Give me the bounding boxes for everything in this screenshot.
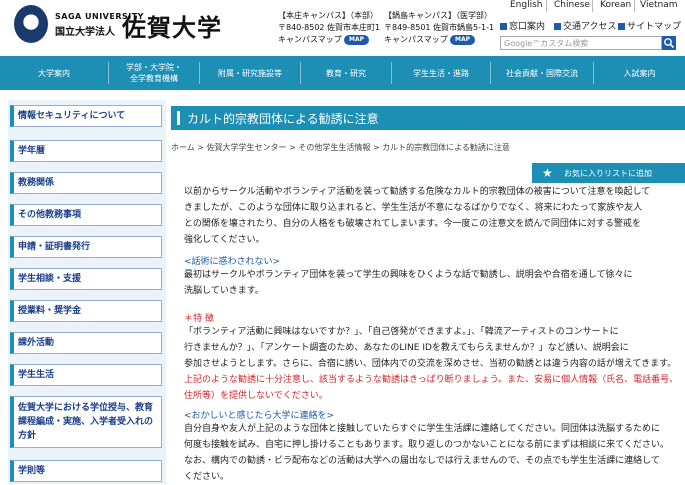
logo-japanese-small[interactable]: 国立大学法人	[55, 23, 115, 38]
text-line: 強化してください。	[184, 235, 265, 245]
lang-divider	[546, 0, 547, 12]
search-button[interactable]	[662, 36, 676, 50]
breadcrumb[interactable]: ホーム > 佐賀大学学生センター > その他学生生活情報 > カルト的宗教団体に…	[171, 142, 510, 153]
search-icon	[664, 38, 675, 49]
square-bullet-icon	[618, 23, 625, 30]
sidebar-item-calendar[interactable]: 学年暦	[10, 140, 162, 162]
sidebar-item-counseling[interactable]: 学生相談・支援	[10, 268, 162, 290]
site-header: SAGA UNIVERSITY 国立大学法人 佐賀大学 【本庄キャンパス】（本部…	[0, 0, 685, 56]
sidebar-item-student-life[interactable]: 学生生活	[10, 364, 162, 386]
section3-heading: <おかしいと感じたら大学に連絡を>	[184, 411, 335, 421]
logo-japanese-large[interactable]: 佐賀大学	[122, 8, 222, 43]
text-line: 洗脳していきます。	[184, 286, 264, 296]
text-line: ください。	[184, 472, 230, 482]
campus1-label: 【本庄キャンパス】（本部）	[278, 11, 378, 20]
text-line: 自分自身や友人が上記のような団体と接触していたらすぐに学生生活課に連絡してくださ…	[184, 424, 661, 434]
title-accent-bar	[177, 111, 180, 125]
lang-vietnam[interactable]: Vietnam	[640, 0, 678, 10]
sidebar-item-security[interactable]: 情報セキュリティについて	[10, 105, 162, 127]
text-line: 以前からサークル活動やボランティア活動を装って勧誘する危険なカルト的宗教団体の被…	[184, 187, 651, 197]
nav-faculties[interactable]: 学部・大学院・全学教育機構	[109, 56, 199, 90]
nav-faculties-label: 学部・大学院・全学教育機構	[126, 63, 182, 83]
warning-line: 上記のような勧誘に十分注意し、該当するような勧誘はきっぱり断りましょう。また、安…	[184, 375, 679, 385]
section1-paragraph: 最初はサークルやボランティア団体を装って学生の興味をひくような話で勧誘し、説明会…	[184, 267, 682, 299]
campus1-address: 〒840-8502 佐賀市本庄町1	[278, 23, 381, 32]
text-line: きましたが、このような団体に取り込まれると、学生生活が不意になるばかりでなく、将…	[184, 203, 643, 213]
text-line: 何度も接触を試み、自宅に押し掛けることもあります。取り返しのつかないことになる前…	[184, 440, 669, 450]
lang-english[interactable]: English	[510, 0, 543, 10]
lang-chinese[interactable]: Chinese	[554, 0, 590, 10]
text-line: なお、構内での勧誘・ビラ配布などの活動は大学への届出なしでは行えませんので、その…	[184, 456, 660, 466]
nav-admissions[interactable]: 入試案内	[594, 56, 685, 90]
toplink-window-label: 窓口案内	[509, 22, 546, 32]
toplink-window[interactable]: 窓口案内	[500, 19, 545, 32]
section1-heading: <話術に惑わされない>	[184, 257, 281, 267]
star-icon: ★	[542, 166, 553, 180]
lang-divider	[592, 0, 593, 12]
toplink-access-label: 交通アクセス	[563, 22, 617, 32]
sidebar-item-other-academic[interactable]: その他教務事項	[10, 204, 162, 226]
campus2-address: 〒849-8501 佐賀市鍋島5-1-1	[384, 23, 495, 32]
lang-divider	[634, 0, 635, 12]
toplink-access[interactable]: 交通アクセス	[554, 19, 617, 32]
text-line: 参加させようとします。さらに、合宿に誘い、団体内での交流を深めさせ、当初の勧誘と…	[184, 359, 677, 369]
nav-about[interactable]: 大学案内	[0, 56, 108, 90]
sidebar-item-extracurricular[interactable]: 課外活動	[10, 332, 162, 354]
campus2-map-label[interactable]: キャンパスマップ	[384, 34, 448, 45]
text-line: 行きませんか？」、「アンケート調査のため、あなたのLINE IDを教えてもらえま…	[184, 343, 629, 353]
page-title: カルト的宗教団体による勧誘に注意	[171, 106, 685, 130]
square-bullet-icon	[554, 23, 561, 30]
search-input[interactable]: Google™カスタム検索	[500, 36, 662, 50]
sidebar-item-regulations[interactable]: 学則等	[10, 460, 162, 482]
favorites-label: お気に入りリストに追加	[564, 168, 652, 178]
toplink-sitemap[interactable]: サイトマップ	[618, 19, 681, 32]
page-title-text: カルト的宗教団体による勧誘に注意	[187, 111, 379, 126]
warning-line: 住所等）を提供しないでください。	[184, 391, 328, 401]
nav-community[interactable]: 社会貢献・国際交流	[491, 56, 593, 90]
global-nav: 大学案内 学部・大学院・全学教育機構 附属・研究施設等 教育・研究 学生生活・進…	[0, 56, 685, 90]
text-line: 「ボランティア活動に興味はないですか？」、「自己啓発ができますよ。」、「韓流アー…	[184, 327, 619, 337]
sidebar-item-tuition[interactable]: 授業料・奨学金	[10, 300, 162, 322]
sidebar-item-policies[interactable]: 佐賀大学における学位授与、教育課程編成・実施、入学者受入れの方針	[10, 396, 162, 448]
campus2-label: 【鍋島キャンパス】（医学部）	[384, 11, 492, 20]
nav-education[interactable]: 教育・研究	[301, 56, 391, 90]
text-line: との関係を壊されたり、自分の人格をも破壊されてしまいます。今一度この注意文を読ん…	[184, 219, 641, 229]
campus1-map-label[interactable]: キャンパスマップ	[278, 34, 342, 45]
campus2-map-button[interactable]: MAP	[450, 35, 476, 45]
lang-korean[interactable]: Korean	[600, 0, 631, 10]
text-line: 最初はサークルやボランティア団体を装って学生の興味をひくような話で勧誘し、説明会…	[184, 270, 633, 280]
sidebar-item-certificates[interactable]: 申請・証明書発行	[10, 236, 162, 258]
section3-paragraph: 自分自身や友人が上記のような団体と接触していたらすぐに学生生活課に連絡してくださ…	[184, 421, 682, 485]
sidebar-item-academic[interactable]: 教務関係	[10, 172, 162, 194]
intro-paragraph: 以前からサークル活動やボランティア活動を装って勧誘する危険なカルト的宗教団体の被…	[184, 184, 682, 248]
campus1-map-button[interactable]: MAP	[344, 35, 370, 45]
nav-facilities[interactable]: 附属・研究施設等	[200, 56, 300, 90]
nav-student-life[interactable]: 学生生活・進路	[392, 56, 490, 90]
square-bullet-icon	[500, 23, 507, 30]
add-to-favorites-button[interactable]: ★ お気に入りリストに追加	[532, 163, 685, 183]
section2-heading: ＊特 徴	[184, 314, 214, 324]
toplink-sitemap-label: サイトマップ	[627, 22, 682, 32]
section2-paragraph: 「ボランティア活動に興味はないですか？」、「自己啓発ができますよ。」、「韓流アー…	[184, 324, 682, 404]
university-emblem-icon[interactable]	[14, 5, 48, 43]
